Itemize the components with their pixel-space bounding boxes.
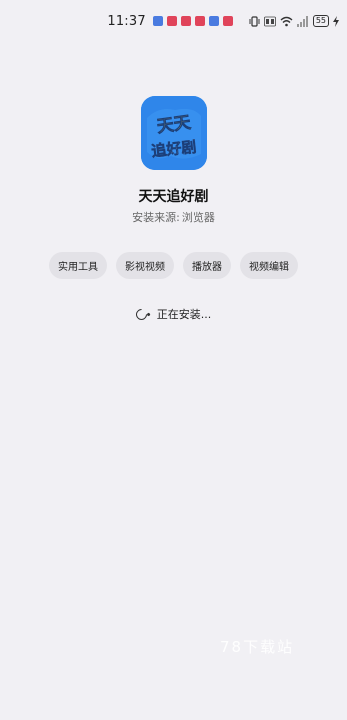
loading-spinner-icon	[133, 306, 150, 322]
notification-icon-5	[208, 16, 219, 26]
notification-icon-1	[152, 16, 163, 26]
app-logo-artwork: 天天 追好剧	[141, 96, 207, 170]
install-source-label: 安装来源:	[132, 211, 180, 224]
tag-video-editing[interactable]: 视频编辑	[240, 252, 298, 279]
status-icons: 55	[249, 15, 339, 27]
app-icon: 天天 追好剧	[141, 96, 207, 170]
battery-level: 55	[315, 16, 326, 25]
tag-video[interactable]: 影视视频	[116, 252, 174, 279]
vibrate-icon	[249, 15, 260, 27]
charging-icon	[333, 15, 339, 27]
install-status-text: 正在安装...	[156, 308, 212, 321]
watermark: 78下载站	[220, 638, 295, 656]
signal-icon	[296, 15, 309, 27]
notification-icon-6	[222, 16, 233, 26]
install-source: 安装来源: 浏览器	[0, 209, 347, 225]
notification-icon-4	[194, 16, 205, 26]
tag-utility[interactable]: 实用工具	[49, 252, 107, 279]
status-bar: 11:37 55	[0, 0, 347, 42]
install-source-value: 浏览器	[181, 211, 215, 224]
tag-player[interactable]: 播放器	[183, 252, 231, 279]
app-name: 天天追好剧	[138, 189, 209, 205]
status-time: 11:37	[107, 13, 146, 29]
notification-icon-2	[166, 16, 177, 26]
battery-icon: 55	[312, 15, 329, 27]
hd-icon	[263, 16, 276, 27]
notification-icon-3	[180, 16, 191, 26]
wifi-icon	[280, 16, 293, 27]
install-progress: 正在安装...	[0, 306, 347, 322]
category-tags: 实用工具 影视视频 播放器 视频编辑	[0, 252, 347, 279]
